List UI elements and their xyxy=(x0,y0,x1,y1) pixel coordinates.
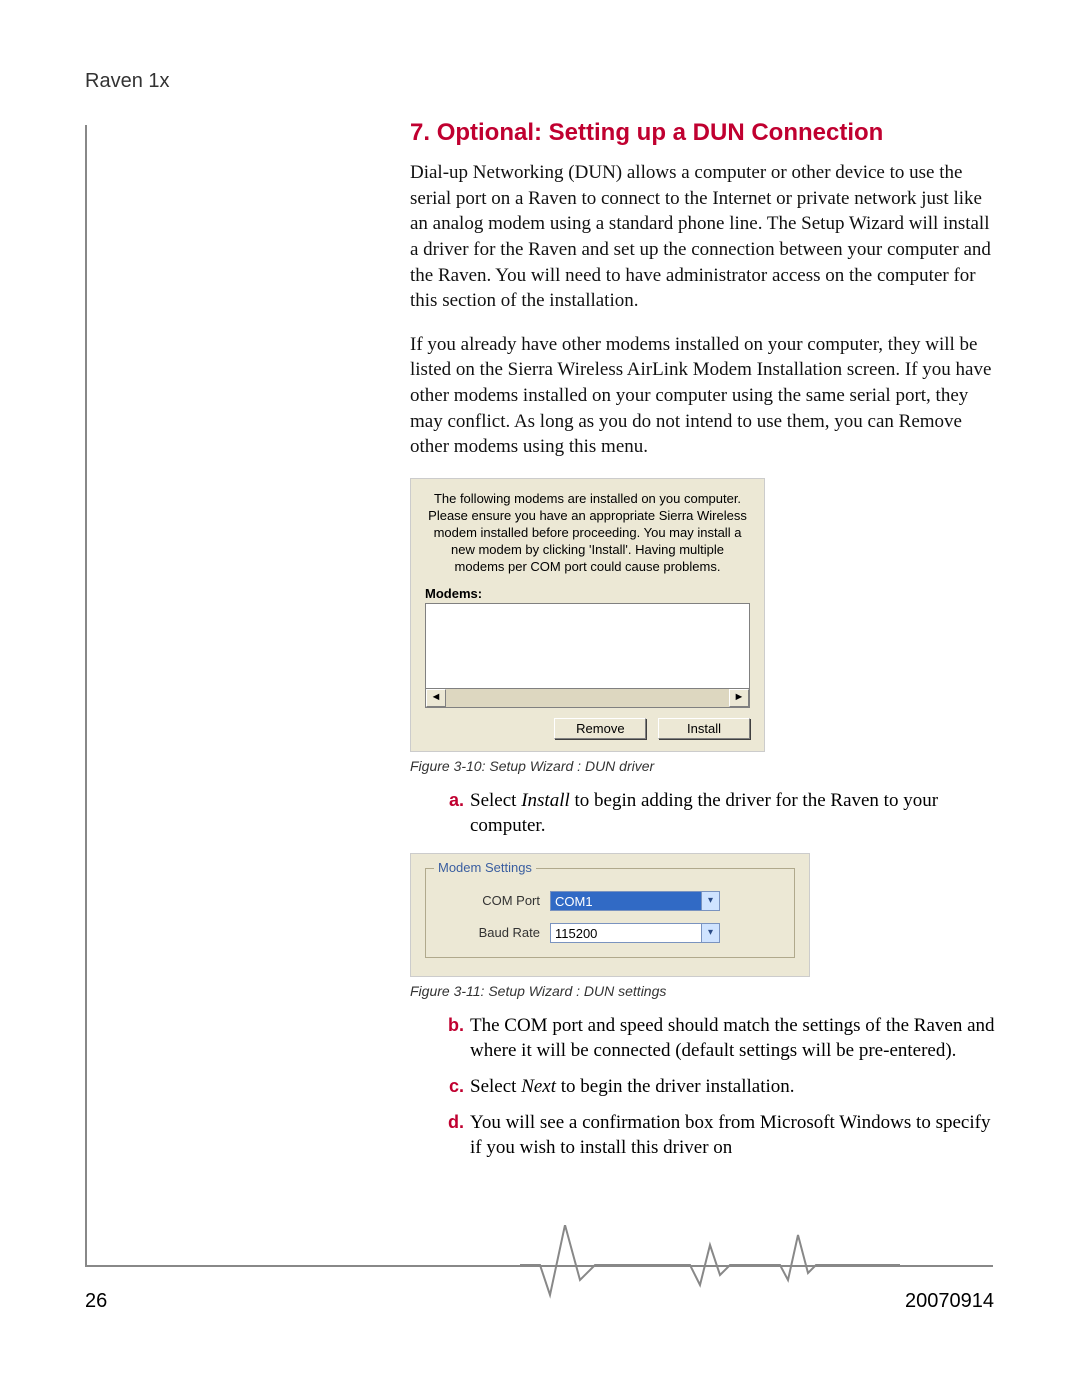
figure-dun-driver-panel: The following modems are installed on yo… xyxy=(410,478,765,751)
baud-rate-label: Baud Rate xyxy=(440,925,550,940)
page-number: 26 xyxy=(85,1290,107,1313)
step-letter-c: c. xyxy=(436,1074,464,1098)
section-number: 7. xyxy=(410,119,430,146)
paragraph-2: If you already have other modems install… xyxy=(410,332,995,460)
step-b: b. The COM port and speed should match t… xyxy=(446,1013,995,1064)
heartbeat-graphic xyxy=(520,1225,900,1325)
modems-list-scrollbar[interactable]: ◄ ► xyxy=(425,689,750,708)
main-content: 7. Optional: Setting up a DUN Connection… xyxy=(410,118,995,1175)
figure-dun-settings-panel: Modem Settings COM Port COM1 ▾ Baud Rate… xyxy=(410,853,810,977)
baud-rate-dropdown[interactable]: 115200 ▾ xyxy=(550,923,720,943)
section-heading: 7. Optional: Setting up a DUN Connection xyxy=(410,118,995,148)
modem-settings-fieldset: Modem Settings COM Port COM1 ▾ Baud Rate… xyxy=(425,868,795,958)
modem-settings-legend: Modem Settings xyxy=(434,860,536,875)
modem-install-instruction: The following modems are installed on yo… xyxy=(425,491,750,575)
step-d: d. You will see a confirmation box from … xyxy=(446,1110,995,1161)
step-list-top: a. Select Install to begin adding the dr… xyxy=(410,788,995,839)
com-port-label: COM Port xyxy=(440,893,550,908)
modems-label: Modems: xyxy=(425,586,750,601)
step-a-keyword: Install xyxy=(521,790,570,811)
step-a-pre: Select xyxy=(470,790,521,811)
section-title-text: Optional: Setting up a DUN Connection xyxy=(437,119,884,146)
figure-3-11-caption: Figure 3-11: Setup Wizard : DUN settings xyxy=(410,983,995,999)
step-d-text: You will see a confirmation box from Mic… xyxy=(470,1112,990,1159)
step-letter-d: d. xyxy=(436,1110,464,1134)
paragraph-1: Dial-up Networking (DUN) allows a comput… xyxy=(410,160,995,314)
com-port-row: COM Port COM1 ▾ xyxy=(440,891,780,911)
step-c-post: to begin the driver installation. xyxy=(556,1076,795,1097)
install-button[interactable]: Install xyxy=(658,718,750,739)
com-port-value: COM1 xyxy=(550,891,702,911)
com-port-dropdown[interactable]: COM1 ▾ xyxy=(550,891,720,911)
page: Raven 1x 7. Optional: Setting up a DUN C… xyxy=(0,0,1080,1397)
scroll-track[interactable] xyxy=(446,689,729,707)
remove-button[interactable]: Remove xyxy=(554,718,646,739)
step-a: a. Select Install to begin adding the dr… xyxy=(446,788,995,839)
baud-rate-value: 115200 xyxy=(550,923,702,943)
step-letter-a: a. xyxy=(436,788,464,812)
chevron-down-icon[interactable]: ▾ xyxy=(702,891,720,911)
document-id: 20070914 xyxy=(905,1290,994,1313)
baud-rate-row: Baud Rate 115200 ▾ xyxy=(440,923,780,943)
scroll-left-icon[interactable]: ◄ xyxy=(426,689,446,707)
button-row: Remove Install xyxy=(425,718,750,739)
scroll-right-icon[interactable]: ► xyxy=(729,689,749,707)
modems-listbox[interactable] xyxy=(425,603,750,689)
step-letter-b: b. xyxy=(436,1013,464,1037)
rule-horizontal xyxy=(85,1265,993,1267)
step-c-keyword: Next xyxy=(521,1076,556,1097)
running-head: Raven 1x xyxy=(85,70,170,93)
figure-3-10-caption: Figure 3-10: Setup Wizard : DUN driver xyxy=(410,758,995,774)
chevron-down-icon[interactable]: ▾ xyxy=(702,923,720,943)
step-b-text: The COM port and speed should match the … xyxy=(470,1015,995,1062)
step-c-pre: Select xyxy=(470,1076,521,1097)
step-c: c. Select Next to begin the driver insta… xyxy=(446,1074,995,1100)
step-list-bottom: b. The COM port and speed should match t… xyxy=(410,1013,995,1161)
rule-vertical xyxy=(85,125,87,1265)
